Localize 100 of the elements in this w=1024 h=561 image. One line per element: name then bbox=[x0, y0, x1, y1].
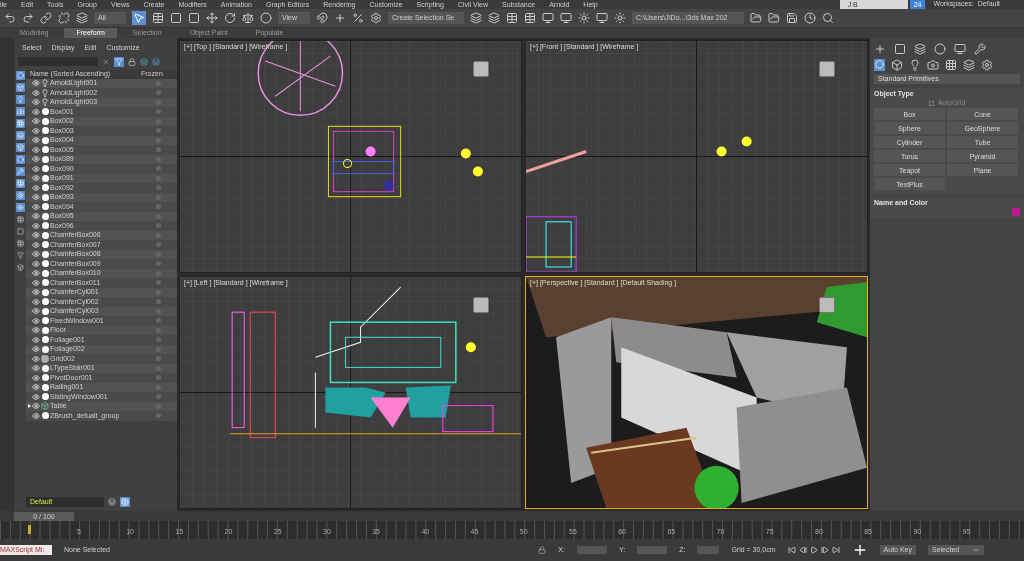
visibility-icon[interactable] bbox=[32, 202, 40, 211]
visibility-icon[interactable] bbox=[32, 98, 40, 107]
next-frame-icon[interactable] bbox=[820, 546, 829, 554]
autogrid-checkbox[interactable] bbox=[928, 101, 934, 106]
visibility-icon[interactable] bbox=[32, 411, 40, 420]
visibility-icon[interactable] bbox=[32, 145, 40, 154]
filter-toggle[interactable] bbox=[15, 142, 25, 152]
filter-toggle[interactable] bbox=[15, 130, 25, 140]
filter-toggle[interactable] bbox=[15, 154, 25, 164]
open-folder-icon[interactable] bbox=[750, 12, 762, 24]
create-icon[interactable] bbox=[874, 43, 886, 55]
visibility-icon[interactable] bbox=[32, 231, 40, 240]
filter-toggle[interactable] bbox=[15, 262, 25, 272]
frame-marker-icon[interactable] bbox=[28, 525, 31, 534]
cameras-icon[interactable] bbox=[927, 59, 939, 71]
move-icon[interactable] bbox=[206, 12, 218, 24]
snap-icon[interactable] bbox=[316, 12, 328, 24]
visibility-icon[interactable] bbox=[32, 259, 40, 268]
filter-toggle[interactable] bbox=[15, 94, 25, 104]
group-icon[interactable] bbox=[41, 402, 49, 411]
visibility-icon[interactable] bbox=[32, 278, 40, 287]
visibility-icon[interactable] bbox=[32, 250, 40, 259]
x-coordinate-field[interactable] bbox=[576, 546, 607, 554]
utilities-icon[interactable] bbox=[974, 43, 986, 55]
visibility-icon[interactable] bbox=[32, 155, 40, 164]
percent-snap-icon[interactable] bbox=[352, 12, 364, 24]
visibility-icon[interactable] bbox=[32, 335, 40, 344]
clear-icon[interactable] bbox=[102, 57, 110, 66]
go-to-start-icon[interactable] bbox=[787, 546, 796, 554]
undo-icon[interactable] bbox=[4, 12, 16, 24]
visibility-icon[interactable] bbox=[32, 288, 40, 297]
z-coordinate-field[interactable] bbox=[697, 546, 720, 554]
filter-toggle[interactable] bbox=[15, 118, 25, 128]
filter-toggle[interactable] bbox=[15, 226, 25, 236]
layer-icon[interactable] bbox=[152, 57, 160, 66]
visibility-icon[interactable] bbox=[32, 136, 40, 145]
visibility-icon[interactable] bbox=[32, 240, 40, 249]
filter-button[interactable] bbox=[114, 56, 124, 67]
light-icon[interactable] bbox=[41, 88, 49, 97]
filter-toggle[interactable] bbox=[15, 82, 25, 92]
view-cube-icon[interactable] bbox=[819, 297, 835, 313]
lock-icon[interactable] bbox=[538, 546, 547, 554]
visibility-icon[interactable] bbox=[32, 79, 40, 88]
scale-icon[interactable] bbox=[242, 12, 254, 24]
view-cube-icon[interactable] bbox=[819, 61, 835, 77]
visibility-icon[interactable] bbox=[32, 326, 40, 335]
filter-toggle[interactable] bbox=[15, 70, 25, 80]
y-coordinate-field[interactable] bbox=[637, 546, 668, 554]
light-icon[interactable] bbox=[41, 79, 49, 88]
view-cube-icon[interactable] bbox=[473, 61, 489, 77]
visibility-icon[interactable] bbox=[32, 373, 40, 382]
visibility-icon[interactable] bbox=[32, 345, 40, 354]
filter-toggle[interactable] bbox=[15, 214, 25, 224]
modify-icon[interactable] bbox=[894, 43, 906, 55]
play-icon[interactable] bbox=[809, 546, 818, 554]
redo-icon[interactable] bbox=[22, 12, 34, 24]
visibility-icon[interactable] bbox=[32, 193, 40, 202]
previous-frame-icon[interactable] bbox=[798, 546, 807, 554]
selection-region-icon[interactable] bbox=[170, 12, 182, 24]
visibility-icon[interactable] bbox=[32, 107, 40, 116]
window-crossing-icon[interactable] bbox=[188, 12, 200, 24]
rotate-icon[interactable] bbox=[224, 12, 236, 24]
grid-icon[interactable] bbox=[41, 354, 49, 363]
visibility-icon[interactable] bbox=[32, 307, 40, 316]
visibility-icon[interactable] bbox=[32, 316, 40, 325]
visibility-icon[interactable] bbox=[32, 164, 40, 173]
layer-icon[interactable] bbox=[506, 12, 518, 24]
layer-stack-icon[interactable] bbox=[108, 498, 116, 506]
visibility-icon[interactable] bbox=[32, 88, 40, 97]
lock-icon[interactable] bbox=[128, 57, 136, 66]
filter-toggle[interactable] bbox=[15, 166, 25, 176]
save-icon[interactable] bbox=[786, 12, 798, 24]
visibility-icon[interactable] bbox=[32, 117, 40, 126]
visibility-icon[interactable] bbox=[32, 402, 40, 411]
geometry-button[interactable] bbox=[874, 59, 885, 71]
filter-toggle[interactable] bbox=[15, 202, 25, 212]
visibility-icon[interactable] bbox=[32, 354, 40, 363]
view-cube-icon[interactable] bbox=[473, 297, 489, 313]
select-button[interactable] bbox=[132, 11, 146, 25]
link-icon[interactable] bbox=[40, 12, 52, 24]
display-icon[interactable] bbox=[954, 43, 966, 55]
go-to-end-icon[interactable] bbox=[831, 546, 840, 554]
filter-toggle[interactable] bbox=[15, 106, 25, 116]
filter-toggle[interactable] bbox=[15, 250, 25, 260]
visibility-icon[interactable] bbox=[32, 174, 40, 183]
clock-icon[interactable] bbox=[804, 12, 816, 24]
filter-toggle[interactable] bbox=[15, 238, 25, 248]
visibility-icon[interactable] bbox=[32, 126, 40, 135]
visibility-icon[interactable] bbox=[32, 364, 40, 373]
expand-arrow-icon[interactable] bbox=[27, 404, 31, 409]
visibility-icon[interactable] bbox=[32, 383, 40, 392]
object-color-swatch[interactable] bbox=[1012, 208, 1020, 216]
pivot-icon[interactable] bbox=[334, 12, 346, 24]
filter-toggle[interactable] bbox=[15, 178, 25, 188]
lights-icon[interactable] bbox=[909, 59, 921, 71]
visibility-icon[interactable] bbox=[32, 269, 40, 278]
light-icon[interactable] bbox=[41, 98, 49, 107]
visibility-icon[interactable] bbox=[32, 392, 40, 401]
visibility-icon[interactable] bbox=[32, 212, 40, 221]
filter-toggle[interactable] bbox=[15, 190, 25, 200]
